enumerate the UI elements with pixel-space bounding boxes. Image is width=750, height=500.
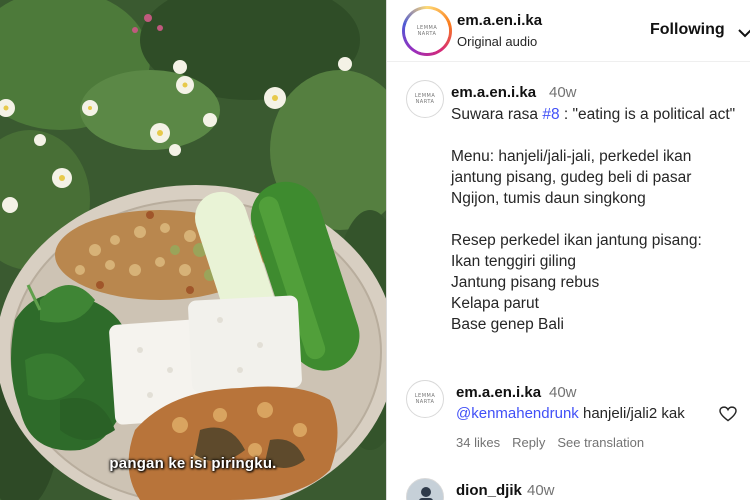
caption-username[interactable]: em.a.en.i.ka <box>451 84 536 101</box>
comment2-username[interactable]: dion_djik <box>456 482 522 499</box>
heart-outline-icon[interactable] <box>719 406 737 422</box>
comment-time: 40w <box>549 384 577 401</box>
ingredient-item: Base genep Bali <box>451 316 564 333</box>
video-subtitle: pangan ke isi piringku. <box>109 455 277 472</box>
comment-username[interactable]: em.a.en.i.ka <box>456 384 541 401</box>
caption-text: Suwara rasa #8 : "eating is a political … <box>451 104 741 335</box>
comment-text: @kenmahendrunk hanjeli/jali2 kak <box>456 405 685 422</box>
ingredient-item: Kelapa parut <box>451 295 539 312</box>
header-username[interactable]: em.a.en.i.ka <box>457 12 542 29</box>
comment2-avatar[interactable] <box>406 478 444 500</box>
following-button[interactable]: Following <box>650 21 725 39</box>
caption-recipe-title: Resep perkedel ikan jantung pisang: <box>451 232 702 249</box>
food-plate-image <box>0 0 386 500</box>
ingredient-item: Ikan tenggiri giling <box>451 253 576 270</box>
caption-menu: Menu: hanjeli/jali-jali, perkedel ikan j… <box>451 148 692 207</box>
comment-actions: 34 likes Reply See translation <box>456 435 656 450</box>
comment-avatar[interactable]: LEMMA NARTA <box>406 380 444 418</box>
mention-link[interactable]: @kenmahendrunk <box>456 405 579 422</box>
video-player[interactable]: pangan ke isi piringku. <box>0 0 386 500</box>
ingredient-item: Jantung pisang rebus <box>451 274 600 291</box>
comment2-time: 40w <box>527 482 555 499</box>
reply-button[interactable]: Reply <box>512 435 545 450</box>
see-translation-button[interactable]: See translation <box>557 435 644 450</box>
likes-count[interactable]: 34 likes <box>456 435 500 450</box>
story-ring-avatar[interactable]: LEMMA NARTA <box>402 6 452 56</box>
caption-avatar[interactable]: LEMMA NARTA <box>406 80 444 118</box>
post-header: LEMMA NARTA em.a.en.i.ka Original audio F… <box>387 0 750 62</box>
header-audio[interactable]: Original audio <box>457 34 537 49</box>
avatar-logo-icon: LEMMA NARTA <box>416 25 438 37</box>
avatar-logo-icon: LEMMA NARTA <box>414 93 436 105</box>
avatar-logo-icon: LEMMA NARTA <box>414 393 436 405</box>
chevron-down-icon[interactable] <box>737 26 750 40</box>
caption-time: 40w <box>549 84 577 101</box>
caption-line1: Suwara rasa #8 : "eating is a political … <box>451 106 736 123</box>
hashtag-link[interactable]: #8 <box>542 106 559 123</box>
post-sidebar: LEMMA NARTA em.a.en.i.ka Original audio F… <box>386 0 750 500</box>
post-viewer: pangan ke isi piringku. LEMMA NARTA em.a.… <box>0 0 750 500</box>
